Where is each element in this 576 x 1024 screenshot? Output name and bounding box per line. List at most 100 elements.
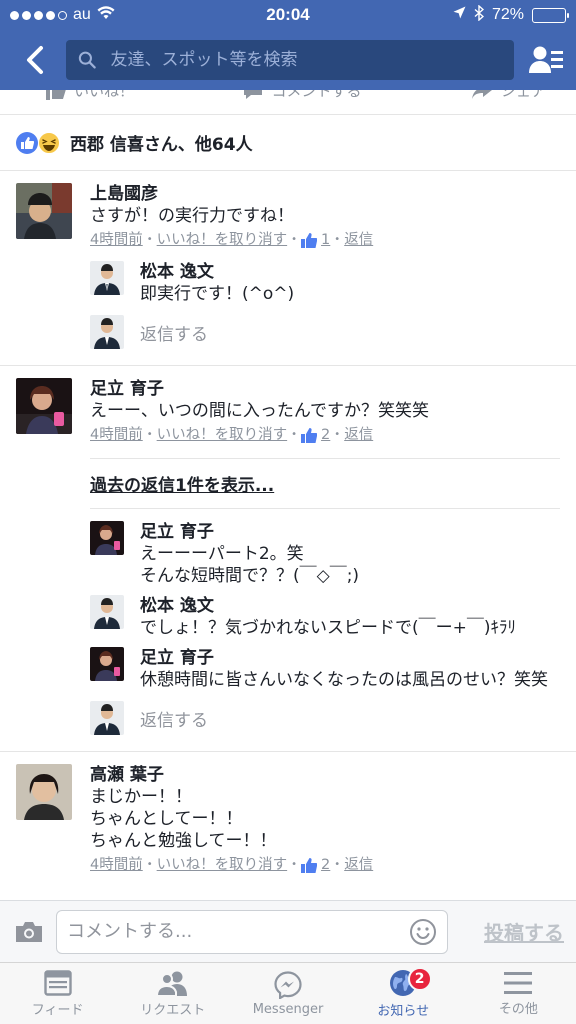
friends-list-icon [529, 46, 563, 73]
battery-percent: 72% [491, 6, 524, 23]
thumbs-up-icon [301, 857, 318, 873]
comment-text: ちゃんとしてー！！ [90, 809, 243, 829]
avatar[interactable] [16, 378, 72, 434]
thumbs-up-icon [46, 90, 66, 100]
avatar[interactable] [90, 595, 124, 629]
comment-thread: 足立 育子 えーー、いつの間に入ったんですか？笑笑笑 4時間前 • いいね！を取り… [0, 366, 576, 752]
menu-icon [504, 971, 533, 994]
notification-badge: 2 [407, 967, 432, 991]
bluetooth-icon [474, 3, 485, 26]
avatar[interactable] [90, 521, 124, 555]
comment-time[interactable]: 4時間前 [90, 852, 143, 878]
signal-icon [10, 10, 67, 20]
unlike-link[interactable]: いいね！を取り消す [157, 852, 288, 878]
unlike-link[interactable]: いいね！を取り消す [157, 422, 288, 448]
reply-composer[interactable]: 返信する [90, 691, 560, 751]
tab-label: お知らせ [377, 1003, 430, 1019]
comment-composer: 投稿する [0, 900, 576, 962]
reply-author[interactable]: 松本 逸文 [140, 261, 560, 283]
haha-reaction-icon [38, 131, 60, 154]
reply-author[interactable]: 松本 逸文 [140, 595, 560, 617]
status-bar: au 20:04 72% [0, 0, 576, 30]
friend-list-button[interactable] [528, 40, 564, 80]
reply-composer[interactable]: 返信する [90, 305, 560, 365]
thumbs-up-icon [301, 232, 318, 248]
friend-requests-icon [156, 971, 187, 996]
reply-item: 松本 逸文 でしょ！？気づかれないスピードで(￣ー+￣)ｷﾗﾘ [90, 587, 560, 639]
avatar[interactable] [16, 183, 72, 239]
top-bar: au 20:04 72% [0, 0, 576, 90]
reactions-summary-text: 西郡 信喜さん、他64人 [70, 135, 253, 155]
reply-text: 即実行です！(^o^) [140, 284, 295, 304]
comment-text: ちゃんと勉強してー！！ [90, 831, 277, 851]
speech-bubble-icon [244, 90, 263, 99]
reply-placeholder[interactable]: 返信する [140, 320, 208, 345]
chevron-left-icon [27, 46, 43, 74]
show-previous-replies-link[interactable]: 過去の返信1件を表示... [90, 458, 560, 509]
location-icon [453, 6, 466, 24]
comment-author[interactable]: 高瀬 葉子 [90, 764, 560, 786]
tab-label: Messenger [252, 1001, 324, 1017]
like-action-label: いいね！ [74, 90, 135, 100]
tab-label: フィード [31, 1002, 84, 1018]
tab-label: その他 [498, 1001, 538, 1017]
comment-time[interactable]: 4時間前 [90, 422, 143, 448]
comment-action[interactable]: コメントする [243, 90, 362, 101]
tab-feed[interactable]: フィード [0, 963, 115, 1024]
avatar [90, 701, 124, 735]
tab-requests[interactable]: リクエスト [115, 963, 230, 1024]
thumbs-up-icon [301, 427, 318, 443]
battery-icon [532, 7, 569, 23]
messenger-icon [274, 970, 302, 999]
back-button[interactable] [18, 40, 52, 80]
comment-time[interactable]: 4時間前 [90, 227, 143, 253]
camera-icon [16, 921, 42, 942]
share-action-label: シェア [500, 90, 546, 100]
reactions-summary[interactable]: 西郡 信喜さん、他64人 [0, 115, 576, 171]
like-count[interactable]: 1 [321, 227, 330, 253]
tab-notifications[interactable]: 2 お知らせ [346, 963, 461, 1024]
unlike-link[interactable]: いいね！を取り消す [157, 227, 288, 253]
comment-input[interactable] [67, 921, 409, 942]
like-count[interactable]: 2 [321, 422, 330, 448]
avatar[interactable] [16, 764, 72, 820]
reply-link[interactable]: 返信 [344, 422, 373, 448]
comments-content[interactable]: いいね！ コメントする シェア 西郡 信喜さん、他64人 上島國彦 さすが！の実… [0, 90, 576, 900]
like-count[interactable]: 2 [321, 852, 330, 878]
reply-text: 休憩時間に皆さんいなくなったのは風呂のせい？笑笑 [140, 670, 548, 690]
reply-author[interactable]: 足立 育子 [140, 521, 560, 543]
comment-input-box[interactable] [56, 909, 448, 954]
reply-placeholder[interactable]: 返信する [140, 706, 208, 731]
post-button[interactable]: 投稿する [484, 917, 564, 946]
like-reaction-icon [16, 131, 38, 154]
comment-meta: 4時間前 • いいね！を取り消す • 2 • 返信 [90, 852, 560, 878]
tab-messenger[interactable]: Messenger [230, 963, 345, 1024]
tab-label: リクエスト [140, 1002, 206, 1018]
reply-item: 足立 育子 えーーーパート2。笑 そんな短時間で？？(￣◇￣;) [90, 513, 560, 587]
search-input[interactable] [110, 50, 514, 70]
reply-link[interactable]: 返信 [344, 852, 373, 878]
feed-icon [43, 969, 72, 996]
comment-thread: 高瀬 葉子 まじかー！！ ちゃんとしてー！！ ちゃんと勉強してー！！ 4時間前 •… [0, 752, 576, 878]
comment-text: えーー、いつの間に入ったんですか？笑笑笑 [90, 401, 429, 421]
avatar[interactable] [90, 647, 124, 681]
search-bar[interactable] [66, 40, 514, 80]
reply-text: そんな短時間で？？(￣◇￣;) [140, 566, 360, 586]
post-action-bar: いいね！ コメントする シェア [0, 90, 576, 115]
camera-button[interactable] [12, 920, 46, 944]
comment-action-label: コメントする [271, 90, 362, 100]
share-arrow-icon [471, 90, 492, 99]
tab-more[interactable]: その他 [461, 963, 576, 1024]
reply-author[interactable]: 足立 育子 [140, 647, 560, 669]
reply-link[interactable]: 返信 [344, 227, 373, 253]
like-action[interactable]: いいね！ [46, 90, 134, 101]
comment-text: さすが！の実行力ですね！ [90, 206, 294, 226]
share-action[interactable]: シェア [471, 90, 546, 101]
emoji-icon[interactable] [409, 918, 437, 946]
comment-meta: 4時間前 • いいね！を取り消す • 1 • 返信 [90, 227, 560, 253]
reply-item: 松本 逸文 即実行です！(^o^) [90, 253, 560, 305]
comment-author[interactable]: 上島國彦 [90, 183, 560, 205]
comment-author[interactable]: 足立 育子 [90, 378, 560, 400]
wifi-icon [97, 5, 115, 25]
avatar[interactable] [90, 261, 124, 295]
